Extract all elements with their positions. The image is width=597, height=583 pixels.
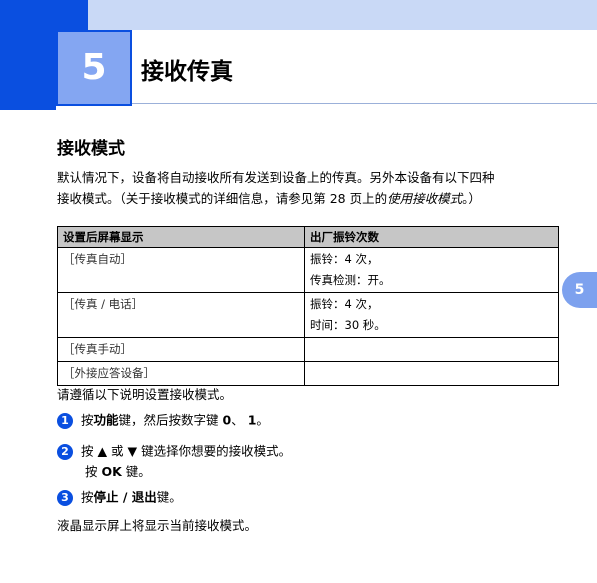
step-text: 、 <box>231 412 248 428</box>
mode-label: ［传真 / 电话］ <box>63 297 144 311</box>
rings-cell: 振铃：4 次， 时间：30 秒。 <box>304 292 559 338</box>
step-number-1: 1 <box>57 412 73 429</box>
table-row: ［传真自动］ 振铃：4 次， 传真检测：开。 <box>57 247 559 293</box>
step-2: 2 按 ▲ 或 ▼ 键选择你想要的接收模式。 按 OK 键。 <box>57 441 291 482</box>
receive-mode-table: 设置后屏幕显示 出厂振铃次数 ［传真自动］ 振铃：4 次， 传真检测：开。 ［传… <box>57 226 559 386</box>
step-1: 1 按功能键，然后按数字键 0、 1。 <box>57 410 269 431</box>
intro-paragraph: 默认情况下，设备将自动接收所有发送到设备上的传真。另外本设备有以下四种 接收模式… <box>57 167 557 209</box>
table-row: ［传真手动］ <box>57 337 559 362</box>
instructions-text: 请遵循以下说明设置接收模式。 <box>57 387 233 402</box>
digit-key-0: 0 <box>222 412 232 428</box>
table-row: ［外接应答设备］ <box>57 361 559 386</box>
mode-cell: ［传真自动］ <box>57 247 305 293</box>
mode-label: ［传真自动］ <box>63 252 132 266</box>
intro-text: 接收模式。（关于接收模式的详细信息，请参见第 28 页上的 <box>57 191 388 206</box>
table-row: ［传真 / 电话］ 振铃：4 次， 时间：30 秒。 <box>57 292 559 338</box>
mode-cell: ［外接应答设备］ <box>57 361 305 386</box>
column-header-rings: 出厂振铃次数 <box>304 226 559 248</box>
step-number-3: 3 <box>57 489 73 506</box>
intro-text-end: 。） <box>462 191 481 206</box>
column-header-display: 设置后屏幕显示 <box>57 226 305 248</box>
step-text: 键，然后按数字键 <box>118 412 223 428</box>
intro-line-1: 默认情况下，设备将自动接收所有发送到设备上的传真。另外本设备有以下四种 <box>57 170 495 185</box>
header-band <box>0 0 597 30</box>
final-note: 液晶显示屏上将显示当前接收模式。 <box>57 518 258 533</box>
step-number-2: 2 <box>57 443 73 460</box>
mode-label: ［外接应答设备］ <box>63 366 155 380</box>
page-reference-link[interactable]: 使用接收模式 <box>387 191 462 206</box>
chapter-side-tab[interactable]: 5 <box>562 272 597 308</box>
stop-exit-key-label: 停止 / 退出 <box>93 489 157 505</box>
title-rule <box>132 103 597 104</box>
function-key-label: 功能 <box>93 412 119 428</box>
setting-line: 振铃：4 次， <box>310 297 379 311</box>
step-3: 3 按停止 / 退出键。 <box>57 487 182 508</box>
setting-line: 时间：30 秒。 <box>310 318 386 332</box>
header-left-strip <box>0 30 56 110</box>
header-corner-block <box>0 0 88 30</box>
mode-label: ［传真手动］ <box>63 342 132 356</box>
chapter-title: 接收传真 <box>141 59 233 85</box>
table-header-row: 设置后屏幕显示 出厂振铃次数 <box>57 226 559 248</box>
step-text: 按 <box>85 463 102 479</box>
setting-line: 振铃：4 次， <box>310 252 379 266</box>
chapter-number: 5 <box>56 30 132 106</box>
mode-cell: ［传真手动］ <box>57 337 305 362</box>
step-text: 按 <box>81 412 94 428</box>
step-text: 键。 <box>156 489 182 505</box>
rings-cell <box>304 361 559 386</box>
step-text: 按 ▲ 或 ▼ 键选择你想要的接收模式。 <box>81 443 292 459</box>
rings-cell: 振铃：4 次， 传真检测：开。 <box>304 247 559 293</box>
setting-line: 传真检测：开。 <box>310 273 391 287</box>
intro-line-2: 接收模式。（关于接收模式的详细信息，请参见第 28 页上的使用接收模式。） <box>57 188 557 209</box>
ok-key-label: OK <box>101 463 122 479</box>
step-text: 。 <box>256 412 269 428</box>
step-text: 按 <box>81 489 94 505</box>
mode-cell: ［传真 / 电话］ <box>57 292 305 338</box>
rings-cell <box>304 337 559 362</box>
step-text: 键。 <box>121 463 151 479</box>
section-title: 接收模式 <box>57 139 125 159</box>
